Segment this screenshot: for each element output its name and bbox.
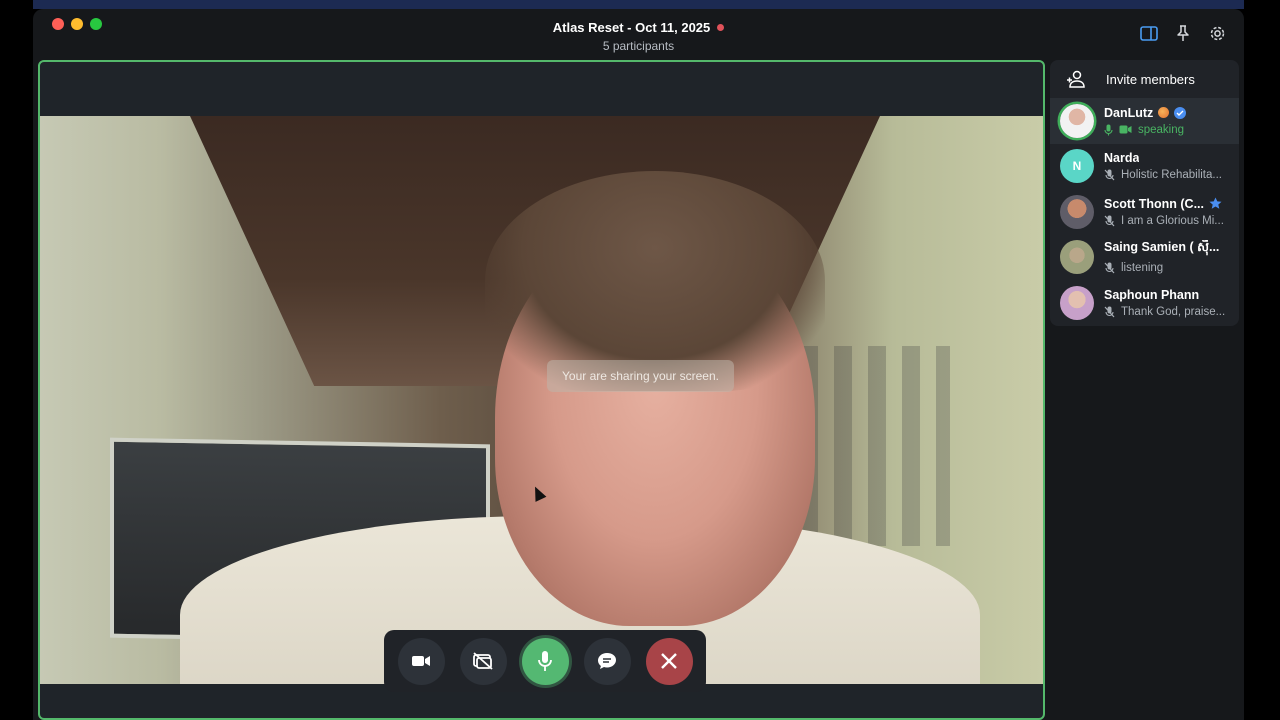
star-icon bbox=[1209, 197, 1222, 209]
video-on-icon bbox=[1119, 125, 1132, 134]
participant-video[interactable] bbox=[40, 116, 1043, 684]
participant-status: Thank God, praise... bbox=[1121, 305, 1226, 318]
recording-dot-icon bbox=[717, 24, 725, 31]
title-area: Atlas Reset - Oct 11, 2025 5 participant… bbox=[33, 19, 1244, 53]
window-toolbar bbox=[1140, 24, 1226, 42]
settings-gear-icon[interactable] bbox=[1208, 24, 1226, 42]
camera-button[interactable] bbox=[397, 637, 445, 685]
participant-item[interactable]: DanLutz speaking bbox=[1050, 98, 1239, 144]
invite-members-label: Invite members bbox=[1106, 71, 1195, 87]
participant-name: Saing Samien ( ស៊ី... bbox=[1104, 240, 1220, 255]
avatar: N bbox=[1060, 149, 1094, 184]
avatar bbox=[1060, 103, 1094, 138]
call-title-text: Atlas Reset - Oct 11, 2025 bbox=[552, 20, 711, 35]
sidebar-toggle-icon[interactable] bbox=[1140, 24, 1158, 42]
microphone-muted-icon bbox=[1104, 215, 1115, 227]
participant-status: Holistic Rehabilita... bbox=[1121, 169, 1222, 182]
microphone-icon bbox=[538, 651, 552, 671]
avatar bbox=[1060, 240, 1094, 275]
video-background-frames bbox=[800, 346, 950, 546]
left-black-margin bbox=[0, 0, 33, 720]
participant-count: 5 participants bbox=[602, 39, 675, 53]
video-stage: Your are sharing your screen. bbox=[38, 60, 1045, 720]
participant-status: speaking bbox=[1138, 123, 1185, 136]
chat-button[interactable] bbox=[583, 637, 631, 685]
peach-emoji-icon bbox=[1158, 107, 1170, 119]
call-controls bbox=[384, 630, 706, 692]
video-camera-icon bbox=[412, 656, 430, 666]
video-person-hair bbox=[485, 171, 825, 391]
call-window: Atlas Reset - Oct 11, 2025 5 participant… bbox=[33, 9, 1244, 720]
microphone-on-icon bbox=[1104, 124, 1113, 136]
pin-icon[interactable] bbox=[1174, 24, 1192, 42]
screen-share-toast: Your are sharing your screen. bbox=[547, 360, 734, 392]
invite-members-button[interactable]: Invite members bbox=[1050, 60, 1239, 98]
close-icon bbox=[661, 653, 677, 669]
participant-item[interactable]: N Narda Holistic Rehabilita... bbox=[1050, 144, 1239, 190]
chat-bubble-icon bbox=[598, 653, 616, 669]
screen-share-off-icon bbox=[473, 652, 493, 670]
microphone-muted-icon bbox=[1104, 306, 1115, 318]
participant-status: listening bbox=[1121, 262, 1164, 275]
participant-item[interactable]: Saing Samien ( ស៊ី... listening bbox=[1050, 235, 1239, 281]
participant-item[interactable]: Saphoun Phann Thank God, praise... bbox=[1050, 280, 1239, 326]
participant-name: Saphoun Phann bbox=[1104, 287, 1200, 302]
participant-name: Narda bbox=[1104, 151, 1140, 166]
participant-name: DanLutz bbox=[1104, 105, 1154, 120]
menu-bar bbox=[33, 0, 1244, 9]
verified-badge-icon bbox=[1174, 106, 1187, 119]
microphone-button[interactable] bbox=[521, 637, 569, 685]
avatar bbox=[1060, 194, 1094, 229]
screen-share-button[interactable] bbox=[459, 637, 507, 685]
call-title: Atlas Reset - Oct 11, 2025 bbox=[553, 20, 725, 35]
microphone-muted-icon bbox=[1104, 169, 1115, 181]
participant-name: Scott Thonn (C... bbox=[1104, 196, 1204, 211]
add-user-icon bbox=[1067, 70, 1085, 88]
avatar bbox=[1060, 285, 1094, 320]
right-black-margin bbox=[1244, 0, 1280, 720]
participant-item[interactable]: Scott Thonn (C... I am a Glorious Mi... bbox=[1050, 189, 1239, 235]
microphone-muted-icon bbox=[1104, 262, 1115, 274]
end-call-button[interactable] bbox=[645, 637, 693, 685]
participant-status: I am a Glorious Mi... bbox=[1121, 214, 1224, 227]
participants-panel: Invite members DanLutz speaking N Narda … bbox=[1050, 60, 1239, 326]
